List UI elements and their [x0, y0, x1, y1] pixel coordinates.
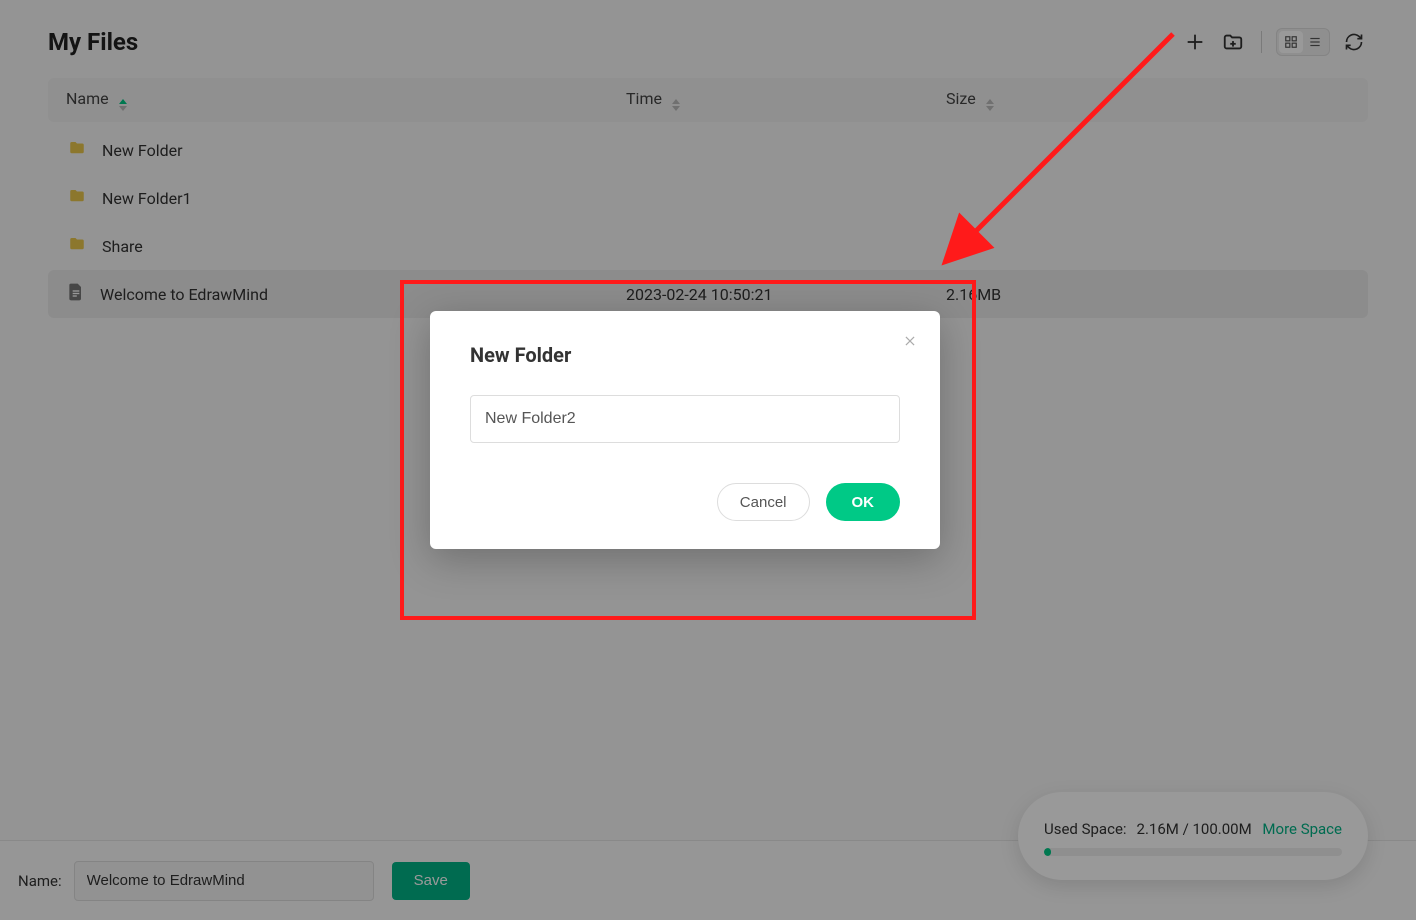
- sort-asc-icon: [119, 99, 127, 111]
- grid-view-icon[interactable]: [1279, 31, 1303, 53]
- cell-size: 2.16MB: [946, 285, 1350, 304]
- header-divider: [1261, 31, 1262, 53]
- file-icon: [66, 281, 86, 307]
- row-name-label: Welcome to EdrawMind: [100, 285, 268, 304]
- column-size[interactable]: Size: [946, 89, 1350, 111]
- save-button[interactable]: Save: [392, 862, 470, 900]
- sort-icon: [672, 99, 680, 111]
- table-header: Name Time Size: [48, 78, 1368, 122]
- footer-name-label: Name:: [18, 872, 62, 890]
- table-row[interactable]: Share: [48, 222, 1368, 270]
- more-space-link[interactable]: More Space: [1262, 820, 1342, 838]
- cell-name: Welcome to EdrawMind: [66, 281, 626, 307]
- cell-name: New Folder: [66, 139, 626, 161]
- used-space-pill: Used Space: 2.16M / 100.00M More Space: [1018, 792, 1368, 880]
- table-row[interactable]: New Folder: [48, 126, 1368, 174]
- row-name-label: Share: [102, 237, 143, 256]
- column-name[interactable]: Name: [66, 89, 626, 111]
- list-view-icon[interactable]: [1303, 31, 1327, 53]
- dialog-title: New Folder: [470, 343, 900, 367]
- folder-icon: [66, 139, 88, 161]
- cell-name: Share: [66, 235, 626, 257]
- column-name-label: Name: [66, 89, 109, 108]
- page-title: My Files: [48, 28, 138, 56]
- folder-icon: [66, 235, 88, 257]
- space-bar-fill: [1044, 848, 1051, 856]
- table-body: New Folder New Folder1 Share Welcome to Edr…: [48, 126, 1368, 318]
- row-name-label: New Folder: [102, 141, 183, 160]
- column-time[interactable]: Time: [626, 89, 946, 111]
- new-folder-dialog: New Folder Cancel OK: [430, 311, 940, 549]
- sort-icon: [986, 99, 994, 111]
- space-bar: [1044, 848, 1342, 856]
- header-actions: [1181, 28, 1368, 56]
- row-name-label: New Folder1: [102, 189, 192, 208]
- close-icon[interactable]: [898, 329, 922, 353]
- file-name-input[interactable]: [74, 861, 374, 901]
- cell-time: 2023-02-24 10:50:21: [626, 285, 946, 304]
- table-row[interactable]: New Folder1: [48, 174, 1368, 222]
- ok-button[interactable]: OK: [826, 483, 901, 521]
- view-toggle: [1276, 28, 1330, 56]
- column-time-label: Time: [626, 89, 662, 108]
- folder-icon: [66, 187, 88, 209]
- refresh-icon[interactable]: [1340, 28, 1368, 56]
- cancel-button[interactable]: Cancel: [717, 483, 810, 521]
- cell-name: New Folder1: [66, 187, 626, 209]
- header-row: My Files: [48, 20, 1368, 64]
- used-space-label: Used Space:: [1044, 820, 1127, 838]
- used-space-value: 2.16M / 100.00M: [1137, 820, 1252, 838]
- folder-name-input[interactable]: [470, 395, 900, 443]
- new-folder-icon[interactable]: [1219, 28, 1247, 56]
- column-size-label: Size: [946, 89, 976, 108]
- plus-icon[interactable]: [1181, 28, 1209, 56]
